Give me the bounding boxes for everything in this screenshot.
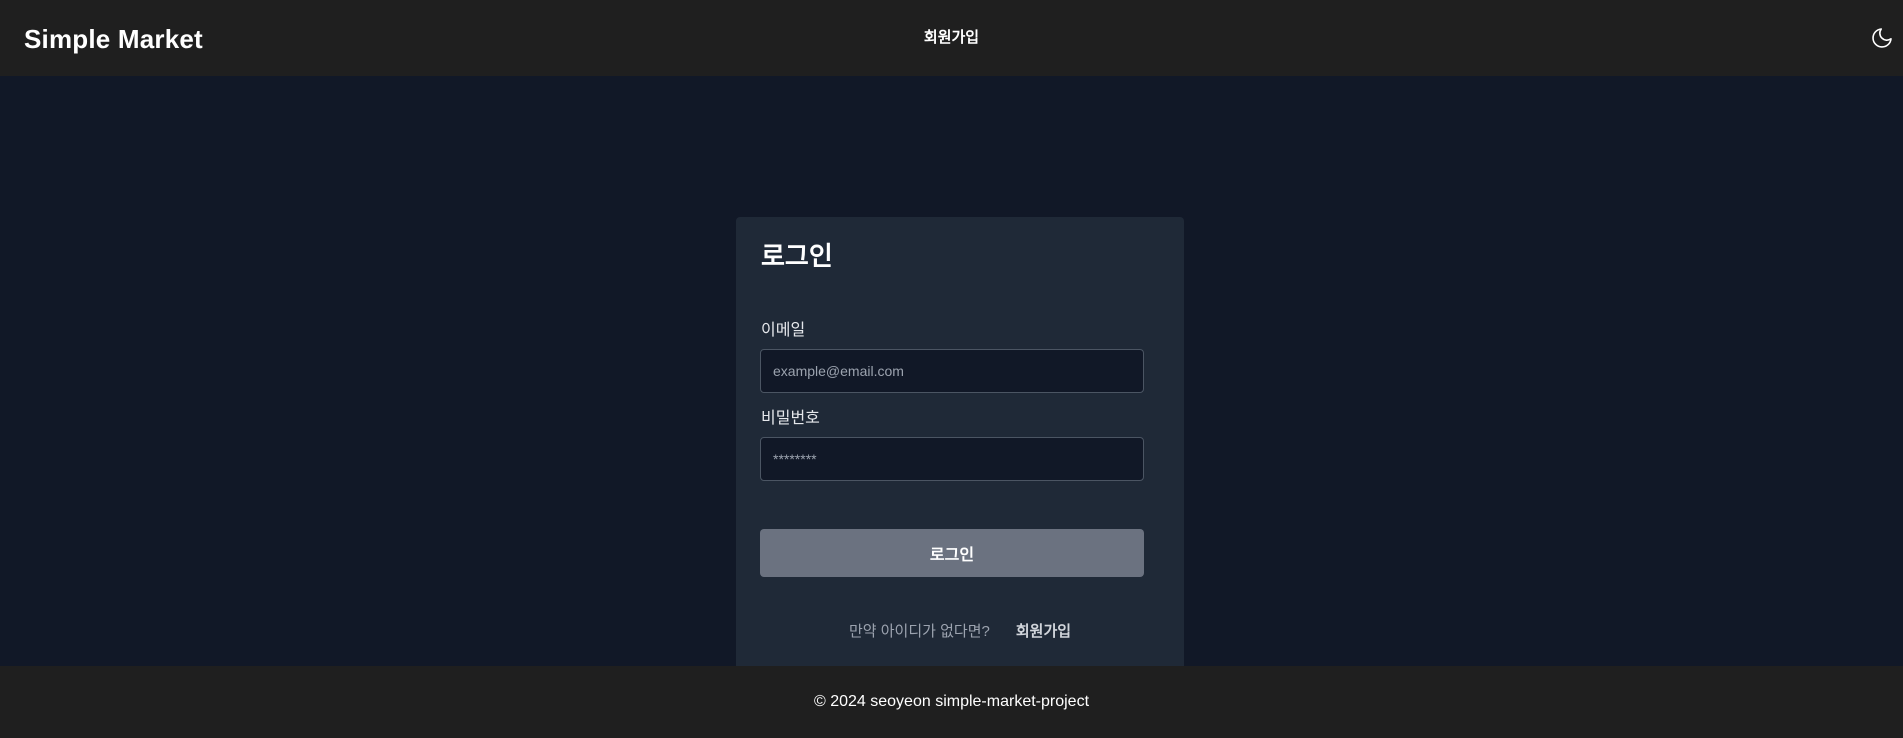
login-button[interactable]: 로그인 (760, 529, 1144, 577)
top-navbar: Simple Market 회원가입 (0, 0, 1903, 76)
password-label: 비밀번호 (761, 410, 820, 427)
footer: © 2024 seoyeon simple-market-project (0, 666, 1903, 738)
nav-signup-container: 회원가입 (0, 28, 1903, 48)
signup-link[interactable]: 회원가입 (1016, 623, 1071, 640)
theme-toggle-button[interactable] (1870, 26, 1894, 50)
moon-icon (1872, 28, 1892, 48)
footer-copyright: © 2024 seoyeon simple-market-project (813, 693, 1090, 710)
nav-signup-link[interactable]: 회원가입 (924, 29, 979, 46)
email-label: 이메일 (761, 322, 806, 339)
email-field[interactable] (760, 349, 1144, 393)
password-field[interactable] (760, 437, 1144, 481)
main-content: 로그인 이메일 비밀번호 로그인 만약 아이디가 없다면? 회원가입 (0, 76, 1903, 677)
signup-prompt-row: 만약 아이디가 없다면? 회원가입 (736, 622, 1184, 642)
login-title: 로그인 (761, 241, 833, 271)
signup-prompt-text: 만약 아이디가 없다면? (848, 623, 990, 640)
login-card: 로그인 이메일 비밀번호 로그인 만약 아이디가 없다면? 회원가입 (736, 217, 1184, 677)
